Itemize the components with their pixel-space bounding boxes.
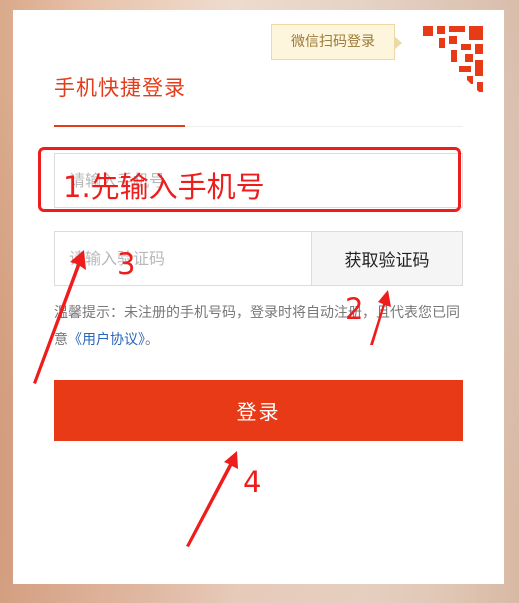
arrow-to-login — [186, 451, 238, 547]
annotation-arrows — [33, 250, 391, 547]
arrow-to-code-input — [33, 250, 86, 384]
arrow-to-get-code — [370, 290, 391, 345]
